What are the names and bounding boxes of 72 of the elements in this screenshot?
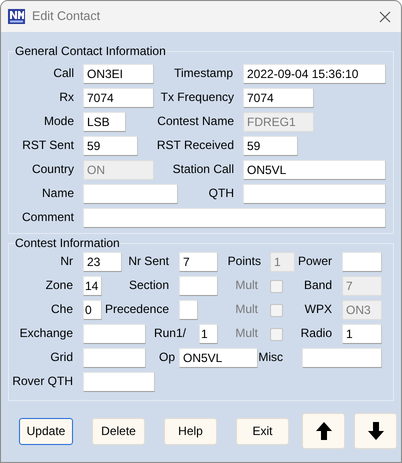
field-label: Misc (258, 350, 283, 362)
text-field[interactable]: 7074 (83, 88, 154, 108)
field-label: Call (53, 66, 74, 78)
field-label: Grid (50, 350, 73, 362)
field-label: Station Call (172, 162, 234, 174)
text-field[interactable] (243, 184, 386, 204)
text-field[interactable] (342, 252, 382, 272)
field-label: Tx Frequency (160, 90, 234, 102)
text-field[interactable]: 14 (83, 276, 102, 296)
text-field[interactable]: LSB (83, 112, 126, 132)
close-icon (379, 10, 391, 22)
action-button[interactable]: Exit (236, 418, 289, 444)
text-field[interactable] (179, 300, 198, 320)
field-label: Name (42, 186, 74, 198)
field-label: Nr Sent (128, 254, 169, 266)
field-label: Che (50, 302, 73, 314)
text-field[interactable] (83, 208, 386, 228)
text-field[interactable]: 2022-09-04 15:36:10 (243, 64, 386, 84)
arrow-up-icon (316, 422, 332, 440)
field-label: Rover QTH (12, 374, 73, 386)
field-label: Contest Name (157, 114, 234, 126)
field-label: Mult (235, 302, 258, 314)
field-label: Op (158, 350, 175, 362)
field-label: Comment (22, 210, 74, 222)
field-label: QTH (208, 186, 234, 198)
action-button[interactable]: Help (164, 418, 217, 444)
text-field[interactable]: 23 (83, 252, 122, 272)
move-up-button[interactable] (302, 413, 345, 449)
text-field[interactable]: 59 (83, 136, 138, 156)
text-field[interactable] (83, 324, 146, 344)
text-field[interactable]: ON5VL (243, 160, 386, 180)
field-label: Precedence (104, 302, 169, 314)
text-field[interactable]: 59 (243, 136, 298, 156)
close-button[interactable] (377, 8, 393, 24)
app-logo-icon (8, 9, 25, 24)
field-label: WPX (304, 302, 332, 314)
field-label: Mode (44, 114, 74, 126)
action-button[interactable]: Update (19, 418, 73, 444)
field-label: Section (128, 278, 169, 290)
arrow-down-icon (368, 422, 384, 440)
field-label: Band (304, 278, 332, 290)
field-label: Exchange (20, 326, 73, 338)
text-field[interactable]: ON5VL (179, 348, 258, 368)
group-title: Contest Information (15, 236, 120, 250)
text-field[interactable] (302, 348, 382, 368)
field-label: Rx (59, 90, 74, 102)
field-label: Power (298, 254, 332, 266)
text-field[interactable]: 7 (179, 252, 218, 272)
text-field[interactable]: 7074 (243, 88, 314, 108)
field-label: Mult (235, 326, 258, 338)
text-field[interactable]: 1 (342, 324, 382, 344)
text-field[interactable]: ON3EI (83, 64, 154, 84)
window-title: Edit Contact (32, 8, 100, 26)
text-field[interactable]: 1 (199, 324, 218, 344)
field-label: Points (228, 254, 261, 266)
text-field[interactable] (179, 276, 218, 296)
text-field[interactable] (83, 348, 146, 368)
field-label: RST Sent (22, 138, 74, 150)
move-down-button[interactable] (354, 413, 397, 449)
action-button[interactable]: Delete (92, 418, 145, 444)
field-label: Zone (46, 278, 73, 290)
text-field[interactable] (83, 372, 155, 392)
text-field[interactable] (83, 184, 178, 204)
field-label: Timestamp (174, 66, 233, 78)
field-label: Run1/ (154, 326, 186, 338)
field-label: Country (32, 162, 74, 174)
field-label: RST Received (156, 138, 234, 150)
field-label: Radio (300, 326, 332, 338)
group-title: General Contact Information (15, 44, 166, 58)
field-label: Mult (235, 278, 258, 290)
field-label: Nr (60, 254, 73, 266)
text-field[interactable]: 0 (83, 300, 102, 320)
